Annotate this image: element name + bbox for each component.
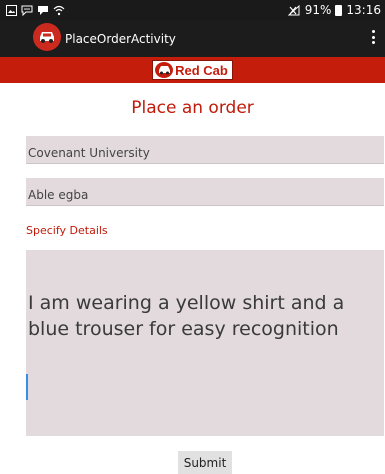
pickup-input[interactable]: Able egba — [26, 178, 384, 206]
battery-icon — [335, 4, 343, 16]
notification-icons — [6, 4, 65, 16]
page-title: Place an order — [131, 98, 254, 118]
battery-percent: 91% — [304, 3, 332, 17]
details-label: Specify Details — [26, 224, 108, 237]
brand-logo: Red Cab — [152, 60, 233, 80]
status-bar: 91% 13:16 — [0, 0, 385, 20]
image-icon — [6, 4, 17, 16]
brand-strip: Red Cab — [0, 57, 385, 83]
submit-button[interactable]: Submit — [178, 451, 232, 474]
message-icon — [38, 5, 48, 15]
wifi-icon — [53, 5, 65, 15]
red-cab-logo-icon[interactable] — [33, 23, 61, 51]
chat-icon — [21, 5, 33, 16]
car-icon — [155, 62, 174, 78]
brand-text: Red Cab — [175, 62, 228, 78]
text-cursor — [26, 374, 28, 400]
no-signal-icon — [287, 4, 300, 15]
status-time: 13:16 — [346, 3, 381, 17]
details-textarea[interactable]: I am wearing a yellow shirt and a blue t… — [26, 250, 384, 436]
overflow-menu-icon[interactable] — [372, 30, 376, 44]
destination-input[interactable]: Covenant University — [26, 136, 384, 164]
status-indicators: 91% 13:16 — [287, 3, 381, 17]
action-bar-title: PlaceOrderActivity — [65, 31, 176, 46]
